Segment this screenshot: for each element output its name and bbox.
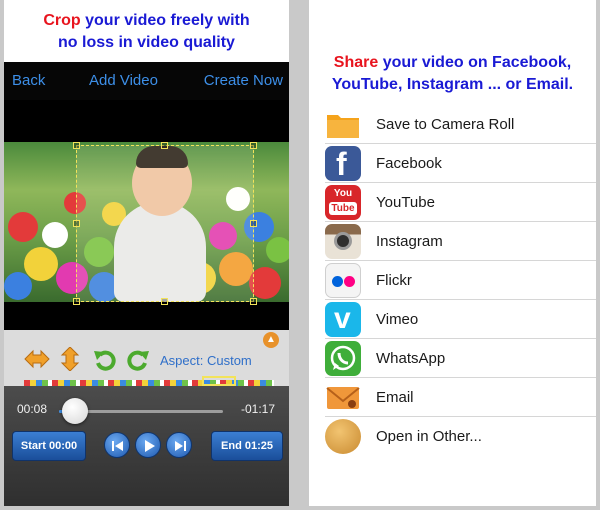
share-screenshot-panel: Share your video on Facebook, YouTube, I…	[309, 0, 596, 506]
next-frame-button[interactable]	[166, 432, 192, 458]
share-item-youtube[interactable]: You Tube YouTube	[309, 183, 596, 222]
crop-handle-bottom-right[interactable]	[250, 298, 257, 305]
caption-highlight: Crop	[43, 12, 81, 29]
share-item-whatsapp[interactable]: WhatsApp	[309, 339, 596, 378]
share-item-label: Vimeo	[376, 311, 419, 328]
video-preview	[4, 100, 289, 330]
caption-text-line2: YouTube, Instagram ... or Email.	[331, 76, 574, 93]
scrubber-thumb[interactable]	[62, 398, 89, 424]
double-arrow-horizontal-icon	[24, 349, 50, 369]
share-item-camera-roll[interactable]: Save to Camera Roll	[309, 105, 596, 144]
navigation-bar: Back Add Video Create Now	[4, 62, 289, 100]
folder-icon	[325, 107, 361, 142]
flickr-icon	[325, 263, 361, 298]
crop-tools-panel: ▲ Aspect: Custom	[4, 330, 289, 386]
crop-handle-left[interactable]	[73, 219, 80, 227]
whatsapp-icon	[325, 341, 361, 376]
email-icon	[325, 380, 361, 415]
share-item-label: Instagram	[376, 233, 443, 250]
youtube-icon: You Tube	[325, 185, 361, 220]
vimeo-icon: v	[325, 302, 361, 337]
caption-text: your video on Facebook,	[378, 54, 572, 71]
add-video-button[interactable]: Add Video	[89, 72, 158, 89]
set-start-button[interactable]: Start 00:00	[12, 431, 86, 461]
crop-handle-top-right[interactable]	[250, 142, 257, 149]
crop-handle-bottom-left[interactable]	[73, 298, 80, 305]
flip-horizontal-button[interactable]	[24, 347, 50, 371]
crop-handle-top-left[interactable]	[73, 142, 80, 149]
share-item-label: WhatsApp	[376, 350, 446, 367]
create-now-button[interactable]: Create Now	[204, 72, 283, 89]
rotate-left-button[interactable]	[92, 347, 118, 371]
share-item-flickr[interactable]: Flickr	[309, 261, 596, 300]
filmstrip-selection[interactable]	[202, 376, 236, 386]
caption-highlight: Share	[333, 54, 379, 71]
crop-rectangle[interactable]	[73, 142, 257, 305]
crop-handle-top[interactable]	[161, 142, 168, 149]
youtube-glyph-top: You	[333, 188, 353, 199]
facebook-icon: f	[325, 146, 361, 181]
share-item-instagram[interactable]: Instagram	[309, 222, 596, 261]
chevron-up-icon: ▲	[266, 334, 276, 345]
rotate-left-icon	[94, 350, 116, 371]
share-item-label: Open in Other...	[376, 428, 482, 445]
aspect-ratio-selector[interactable]: Aspect: Custom	[160, 353, 252, 368]
crop-handle-bottom[interactable]	[161, 298, 168, 305]
double-arrow-vertical-icon	[60, 346, 80, 372]
previous-frame-button[interactable]	[104, 432, 130, 458]
share-item-label: Save to Camera Roll	[376, 116, 515, 133]
playback-controls: 00:08 -01:17 Start 00:00 End 01:25	[4, 386, 289, 506]
crop-handle-right[interactable]	[250, 219, 257, 227]
share-item-label: Facebook	[376, 155, 442, 172]
flip-vertical-button[interactable]	[57, 346, 83, 372]
share-item-label: Email	[376, 389, 414, 406]
crop-caption: Crop your video freely with no loss in v…	[4, 10, 289, 54]
play-button[interactable]	[135, 432, 161, 458]
crop-screenshot-panel: Crop your video freely with no loss in v…	[4, 0, 289, 506]
share-item-facebook[interactable]: f Facebook	[309, 144, 596, 183]
share-item-label: YouTube	[376, 194, 435, 211]
remaining-time: -01:17	[240, 402, 275, 416]
skip-forward-icon	[175, 441, 186, 451]
vimeo-glyph: v	[334, 302, 351, 335]
share-caption: Share your video on Facebook, YouTube, I…	[309, 52, 596, 96]
rotate-right-button[interactable]	[125, 347, 151, 371]
play-icon	[145, 440, 155, 452]
skip-back-icon	[112, 441, 123, 451]
instagram-icon	[325, 224, 361, 259]
set-end-button[interactable]: End 01:25	[211, 431, 283, 461]
current-time: 00:08	[17, 402, 48, 416]
collapse-panel-button[interactable]: ▲	[263, 332, 279, 348]
share-item-vimeo[interactable]: v Vimeo	[309, 300, 596, 339]
share-item-email[interactable]: Email	[309, 378, 596, 417]
caption-text: your video freely with	[80, 12, 250, 29]
back-button[interactable]: Back	[12, 72, 45, 89]
rotate-right-icon	[127, 350, 149, 371]
share-item-open-in-other[interactable]: Open in Other...	[309, 417, 596, 456]
open-in-other-icon	[325, 419, 361, 454]
share-item-label: Flickr	[376, 272, 412, 289]
youtube-glyph-bottom: Tube	[329, 202, 357, 215]
facebook-glyph: f	[336, 146, 347, 181]
caption-text-line2: no loss in video quality	[58, 34, 235, 51]
